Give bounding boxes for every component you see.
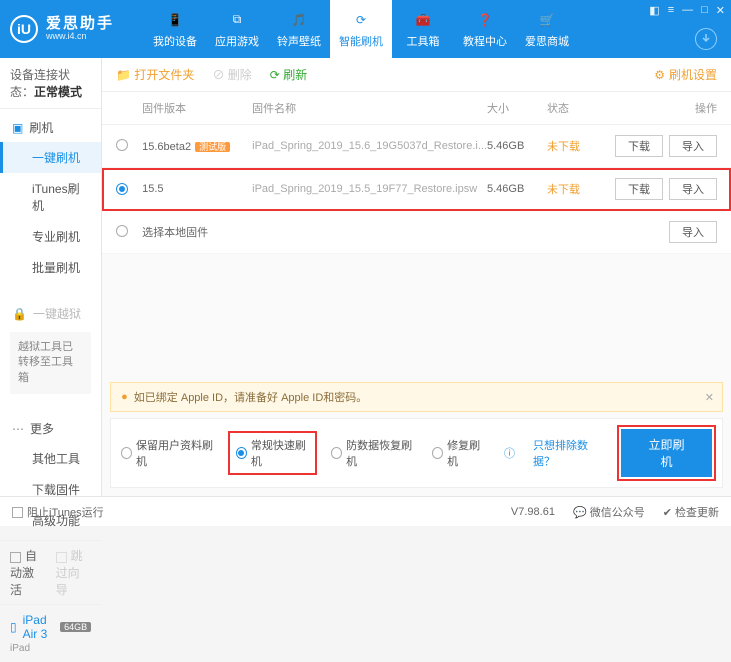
mode-option[interactable]: 保留用户资料刷机 bbox=[121, 437, 214, 469]
import-button[interactable]: 导入 bbox=[669, 221, 717, 243]
nav-icon: 📱 bbox=[165, 10, 185, 30]
nav-icon: 🛒 bbox=[537, 10, 557, 30]
mode-option[interactable]: 常规快速刷机 bbox=[232, 435, 313, 471]
group-jailbreak[interactable]: 🔒 一键越狱 bbox=[0, 299, 101, 328]
firmware-row[interactable]: 15.5iPad_Spring_2019_15.5_19F77_Restore.… bbox=[102, 168, 731, 211]
flash-now-button[interactable]: 立即刷机 bbox=[621, 429, 712, 477]
sidebar-item[interactable]: 专业刷机 bbox=[0, 221, 101, 252]
device-icon: ▯ bbox=[10, 620, 17, 634]
local-firmware-row[interactable]: 选择本地固件 导入 bbox=[102, 211, 731, 254]
menu-icon[interactable]: ≡ bbox=[668, 4, 674, 17]
download-button[interactable]: 下载 bbox=[615, 178, 663, 200]
sidebar-item[interactable]: 一键刷机 bbox=[0, 142, 101, 173]
connection-status: 设备连接状态：正常模式 bbox=[0, 58, 101, 109]
nav-6[interactable]: 🛒爱思商城 bbox=[516, 0, 578, 58]
minimize-icon[interactable]: — bbox=[682, 4, 693, 17]
radio-icon bbox=[331, 447, 342, 459]
jailbreak-note: 越狱工具已转移至工具箱 bbox=[10, 332, 91, 394]
firmware-row[interactable]: 15.6beta2测试版iPad_Spring_2019_15.6_19G503… bbox=[102, 125, 731, 168]
storage-badge: 64GB bbox=[60, 622, 91, 632]
radio-icon bbox=[236, 447, 247, 459]
group-more[interactable]: ⋯ 更多 bbox=[0, 414, 101, 443]
group-flash[interactable]: ▣ 刷机 bbox=[0, 113, 101, 142]
radio-icon[interactable] bbox=[116, 139, 128, 151]
main-panel: 📁 打开文件夹 ⊘ 删除 ⟳ 刷新 ⚙ 刷机设置 固件版本 固件名称 大小 状态… bbox=[102, 58, 731, 496]
wechat-link[interactable]: 💬 微信公众号 bbox=[573, 504, 645, 520]
nav-1[interactable]: ⧉应用游戏 bbox=[206, 0, 268, 58]
exclude-data-link[interactable]: 只想排除数据？ bbox=[533, 437, 603, 469]
nav-icon: ⟳ bbox=[351, 10, 371, 30]
more-icon: ⋯ bbox=[12, 422, 24, 436]
sidebar-item[interactable]: 批量刷机 bbox=[0, 252, 101, 283]
window-controls: ◧ ≡ — □ ✕ bbox=[649, 4, 725, 17]
delete-button[interactable]: ⊘ 删除 bbox=[212, 66, 251, 83]
flash-settings-button[interactable]: ⚙ 刷机设置 bbox=[654, 66, 717, 83]
nav-icon: ❓ bbox=[475, 10, 495, 30]
skip-guide-checkbox[interactable]: 跳过向导 bbox=[56, 547, 92, 598]
info-icon[interactable]: ⓘ bbox=[504, 445, 515, 461]
close-icon[interactable]: ✕ bbox=[716, 4, 725, 17]
nav-5[interactable]: ❓教程中心 bbox=[454, 0, 516, 58]
sidebar-item[interactable]: iTunes刷机 bbox=[0, 173, 101, 221]
mode-option[interactable]: 修复刷机 bbox=[432, 437, 486, 469]
sidebar-item[interactable]: 下载固件 bbox=[0, 474, 101, 505]
nav-0[interactable]: 📱我的设备 bbox=[144, 0, 206, 58]
nav-icon: 🎵 bbox=[289, 10, 309, 30]
nav-2[interactable]: 🎵铃声壁纸 bbox=[268, 0, 330, 58]
table-header: 固件版本 固件名称 大小 状态 操作 bbox=[102, 92, 731, 125]
radio-icon[interactable] bbox=[116, 183, 128, 195]
download-button[interactable]: 下载 bbox=[615, 135, 663, 157]
download-manager-icon[interactable] bbox=[695, 28, 717, 50]
sidebar-item[interactable]: 其他工具 bbox=[0, 443, 101, 474]
import-button[interactable]: 导入 bbox=[669, 135, 717, 157]
titlebar: iU 爱思助手 www.i4.cn 📱我的设备⧉应用游戏🎵铃声壁纸⟳智能刷机🧰工… bbox=[0, 0, 731, 58]
nav-3[interactable]: ⟳智能刷机 bbox=[330, 0, 392, 58]
nav-icon: 🧰 bbox=[413, 10, 433, 30]
open-folder-button[interactable]: 📁 打开文件夹 bbox=[116, 66, 194, 83]
auto-activate-checkbox[interactable]: 自动激活 bbox=[10, 547, 46, 598]
brand-name: 爱思助手 bbox=[46, 16, 114, 33]
radio-icon bbox=[432, 447, 443, 459]
statusbar: 阻止iTunes运行 V7.98.61 💬 微信公众号 ✔ 检查更新 bbox=[0, 496, 731, 526]
close-warning-icon[interactable]: ✕ bbox=[705, 391, 714, 404]
radio-icon bbox=[121, 447, 132, 459]
version-label: V7.98.61 bbox=[511, 506, 555, 518]
theme-icon[interactable]: ◧ bbox=[649, 4, 659, 17]
nav-4[interactable]: 🧰工具箱 bbox=[392, 0, 454, 58]
flash-icon: ▣ bbox=[12, 121, 23, 135]
check-update-link[interactable]: ✔ 检查更新 bbox=[663, 504, 719, 520]
lock-icon: 🔒 bbox=[12, 307, 27, 321]
block-itunes-checkbox[interactable]: 阻止iTunes运行 bbox=[12, 504, 104, 520]
import-button[interactable]: 导入 bbox=[669, 178, 717, 200]
flash-mode-bar: 保留用户资料刷机常规快速刷机防数据恢复刷机修复刷机 ⓘ 只想排除数据？ 立即刷机 bbox=[110, 418, 723, 488]
device-panel[interactable]: ▯ iPad Air 3 64GB iPad bbox=[0, 604, 101, 662]
appleid-warning: ● 如已绑定 Apple ID，请准备好 Apple ID和密码。 ✕ bbox=[110, 382, 723, 412]
brand-url: www.i4.cn bbox=[46, 32, 114, 42]
mode-option[interactable]: 防数据恢复刷机 bbox=[331, 437, 414, 469]
sidebar: 设备连接状态：正常模式 ▣ 刷机 一键刷机iTunes刷机专业刷机批量刷机 🔒 … bbox=[0, 58, 102, 496]
refresh-button[interactable]: ⟳ 刷新 bbox=[270, 66, 307, 83]
app-logo-icon: iU bbox=[10, 15, 38, 43]
maximize-icon[interactable]: □ bbox=[701, 4, 708, 17]
nav-icon: ⧉ bbox=[227, 10, 247, 30]
warning-icon: ● bbox=[121, 391, 128, 403]
